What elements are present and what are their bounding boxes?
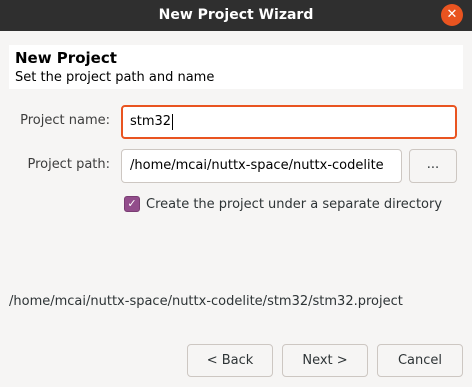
checkmark-icon: ✓ <box>127 197 137 210</box>
text-caret <box>172 113 174 130</box>
close-button[interactable]: ✕ <box>441 4 463 26</box>
title-bar: New Project Wizard ✕ <box>0 0 472 31</box>
page-title: New Project <box>15 49 117 67</box>
separate-directory-label[interactable]: Create the project under a separate dire… <box>146 197 442 212</box>
project-path-input[interactable]: /home/mcai/nuttx-space/nuttx-codelite <box>121 149 402 183</box>
cancel-button[interactable]: Cancel <box>377 344 463 377</box>
project-path-value: /home/mcai/nuttx-space/nuttx-codelite <box>130 158 384 173</box>
project-path-label: Project path: <box>27 157 110 172</box>
project-name-input[interactable]: stm32 <box>121 105 457 139</box>
project-file-path: /home/mcai/nuttx-space/nuttx-codelite/st… <box>9 294 403 309</box>
browse-path-button[interactable]: ... <box>409 149 457 183</box>
wizard-header: New Project Set the project path and nam… <box>9 45 463 89</box>
new-project-wizard-window: New Project Wizard ✕ New Project Set the… <box>0 0 472 387</box>
back-button[interactable]: < Back <box>187 344 273 377</box>
separate-directory-checkbox[interactable]: ✓ <box>124 196 140 212</box>
window-title: New Project Wizard <box>158 7 314 23</box>
project-name-value: stm32 <box>130 114 172 129</box>
page-subtitle: Set the project path and name <box>15 70 215 85</box>
close-icon: ✕ <box>446 7 458 22</box>
separate-directory-option[interactable]: ✓ Create the project under a separate di… <box>124 194 442 214</box>
next-button[interactable]: Next > <box>282 344 368 377</box>
project-name-label: Project name: <box>20 113 110 128</box>
